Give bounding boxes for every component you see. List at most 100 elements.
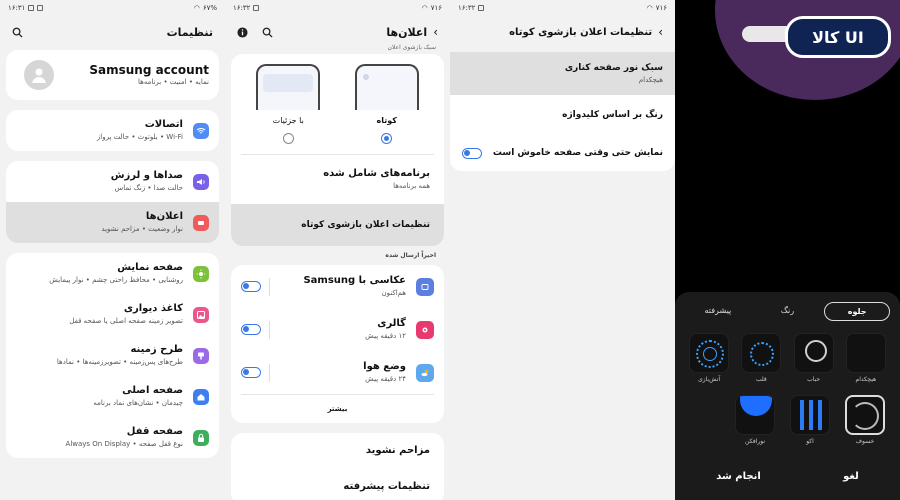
recent-item[interactable]: عکاسی با Samsung هم‌اکنون <box>231 265 444 308</box>
radio-brief[interactable] <box>355 133 419 144</box>
show-when-off[interactable]: نمایش حتی وقتی صفحه خاموش است <box>450 135 675 171</box>
search-icon[interactable] <box>12 23 23 42</box>
item-label: مزاحم نشوید <box>365 445 430 456</box>
connections-card: اتصالات Wi-Fi • بلوتوث • حالت پرواز <box>6 110 219 151</box>
advanced-item[interactable]: تنظیمات پیشرفته <box>231 469 444 500</box>
effect-item[interactable]: آتش‌بازی <box>689 333 730 383</box>
sidebar-item-wallpaper[interactable]: کاغذ دیواری تصویر زمینه صفحه اصلی یا صفحه… <box>6 294 219 335</box>
tab-advanced[interactable]: پیشرفته <box>685 302 751 321</box>
sidebar-item-themes[interactable]: طرح زمینه طرح‌های پس‌زمینه • تصویرزمینه‌ه… <box>6 335 219 376</box>
effects-row-1: هیچکدام حباب قلب آتش‌بازی <box>675 321 900 383</box>
gallery-icon <box>416 320 434 339</box>
account-sub: نمایه • امنیت • برنامه‌ها <box>138 77 209 86</box>
effect-bubble-thumb <box>793 333 834 373</box>
item-label: اتصالات <box>144 119 183 130</box>
recent-item[interactable]: گالری ۱۲ دقیقه پیش <box>231 308 444 351</box>
header: › تنظیمات اعلان بازشوی کوتاه <box>450 16 675 48</box>
back-icon[interactable]: › <box>658 25 663 39</box>
status-time: ۱۶:۳۲ <box>458 4 476 12</box>
effect-item[interactable]: نورافکن <box>735 395 775 445</box>
item-label: اعلان‌ها <box>145 211 183 222</box>
tab-effect[interactable]: جلوه <box>824 302 891 321</box>
item-sub: همه برنامه‌ها <box>393 182 430 190</box>
status-time: ۱۶:۳۱ <box>8 4 26 12</box>
effect-label: قلب <box>756 376 767 383</box>
detailed-preview[interactable] <box>256 64 321 110</box>
display-card: صفحه نمایش روشنایی • محافظ راحتی چشم • نو… <box>6 253 219 458</box>
item-sub: Wi-Fi • بلوتوث • حالت پرواز <box>96 133 183 141</box>
show-when-off-toggle[interactable] <box>462 147 482 159</box>
weather-icon <box>416 363 434 382</box>
action-bar: لغو انجام شد <box>675 471 900 482</box>
item-label: عکاسی با Samsung <box>303 275 406 286</box>
section-label: سبک بازشوی اعلان <box>387 44 436 51</box>
search-icon[interactable] <box>262 23 273 42</box>
effect-item[interactable]: قلب <box>741 333 782 383</box>
wifi-icon: ◠ <box>646 4 653 12</box>
avatar-icon <box>24 60 54 90</box>
wifi-icon <box>193 122 209 139</box>
tab-color[interactable]: رنگ <box>755 302 821 321</box>
sidebar-item-display[interactable]: صفحه نمایش روشنایی • محافظ راحتی چشم • نو… <box>6 253 219 294</box>
cancel-button[interactable]: لغو <box>843 471 859 482</box>
back-icon[interactable]: › <box>433 25 438 39</box>
sidebar-item-connections[interactable]: اتصالات Wi-Fi • بلوتوث • حالت پرواز <box>6 110 219 151</box>
effect-heart-thumb <box>741 333 782 373</box>
brief-preview[interactable] <box>354 64 419 110</box>
item-sub: هیچکدام <box>638 76 663 84</box>
item-label: رنگ بر اساس کلیدواژه <box>562 110 663 120</box>
radio-detailed[interactable] <box>256 133 320 144</box>
sidebar-item-lock-screen[interactable]: صفحه قفل نوع قفل صفحه • Always On Display <box>6 417 219 458</box>
effects-row-2: خسوف اکو نورافکن <box>675 383 900 445</box>
status-bar: ۱۶:۳۲ ◠ ۷۱۶ <box>450 0 675 16</box>
account-card[interactable]: Samsung account نمایه • امنیت • برنامه‌ه… <box>6 50 219 100</box>
included-apps[interactable]: برنامه‌های شامل شده همه برنامه‌ها <box>231 155 444 204</box>
edge-lighting-style[interactable]: سبک نور صفحه کناری هیچکدام <box>450 52 675 95</box>
sound-notif-card: صداها و لرزش حالت صدا • زنگ تماس اعلان‌ها… <box>6 161 219 243</box>
app-toggle[interactable] <box>241 324 261 335</box>
page-title: تنظیمات اعلان بازشوی کوتاه <box>509 26 653 38</box>
divider <box>269 277 270 296</box>
section-label: اخیراً ارسال شده <box>385 252 436 259</box>
item-label: طرح زمینه <box>130 344 183 355</box>
sidebar-item-notifications[interactable]: اعلان‌ها نوار وضعیت • مزاحم نشوید <box>6 202 219 243</box>
sidebar-item-home-screen[interactable]: صفحه اصلی چیدمان • نشان‌های نماد برنامه <box>6 376 219 417</box>
effect-label: اکو <box>806 438 814 445</box>
wifi-icon: ◠ <box>421 4 428 12</box>
effect-fireworks-thumb <box>689 333 730 373</box>
style-brief-label: کوتاه <box>376 116 397 125</box>
effect-label: نورافکن <box>744 438 766 445</box>
notifications-panel: ۱۶:۳۲ ◠ ۷۱۶ › اعلان‌ها سبک بازشوی اعلان ک… <box>225 0 450 500</box>
item-label: صفحه قفل <box>126 426 183 437</box>
effect-item[interactable]: هیچکدام <box>845 333 886 383</box>
brief-popup-settings[interactable]: تنظیمات اعلان بازشوی کوتاه <box>231 204 444 246</box>
item-sub: تصویر زمینه صفحه اصلی یا صفحه قفل <box>69 317 183 325</box>
lock-icon <box>193 429 209 446</box>
done-button[interactable]: انجام شد <box>716 471 761 482</box>
dnd-item[interactable]: مزاحم نشوید <box>231 433 444 469</box>
effect-label: خسوف <box>855 438 875 445</box>
sidebar-item-sounds[interactable]: صداها و لرزش حالت صدا • زنگ تماس <box>6 161 219 202</box>
recent-item[interactable]: وضع هوا ۲۴ دقیقه پیش <box>231 351 444 394</box>
keyword-color[interactable]: رنگ بر اساس کلیدواژه <box>450 95 675 135</box>
style-detailed-label: با جزئیات <box>272 116 304 125</box>
home-icon <box>193 388 209 405</box>
app-toggle[interactable] <box>241 281 261 292</box>
info-icon[interactable] <box>237 23 248 42</box>
popup-style-card: کوتاه با جزئیات برنامه‌های شامل شده همه ب… <box>231 54 444 246</box>
effect-item[interactable]: خسوف <box>845 395 885 445</box>
page-title: اعلان‌ها <box>386 25 428 39</box>
more-settings-card: مزاحم نشوید تنظیمات پیشرفته <box>231 433 444 500</box>
notification-icon <box>37 5 44 11</box>
settings-list: سبک نور صفحه کناری هیچکدام رنگ بر اساس کل… <box>450 52 675 171</box>
item-label: کاغذ دیواری <box>123 303 183 314</box>
item-label: صفحه اصلی <box>122 385 183 396</box>
item-label: تنظیمات اعلان بازشوی کوتاه <box>301 220 430 230</box>
wallpaper-icon <box>193 306 209 323</box>
item-label: نمایش حتی وقتی صفحه خاموش است <box>492 148 663 158</box>
more-link[interactable]: بیشتر <box>231 395 444 423</box>
app-toggle[interactable] <box>241 367 261 378</box>
effect-item[interactable]: حباب <box>793 333 834 383</box>
header: تنظیمات <box>0 16 225 48</box>
effect-item[interactable]: اکو <box>790 395 830 445</box>
